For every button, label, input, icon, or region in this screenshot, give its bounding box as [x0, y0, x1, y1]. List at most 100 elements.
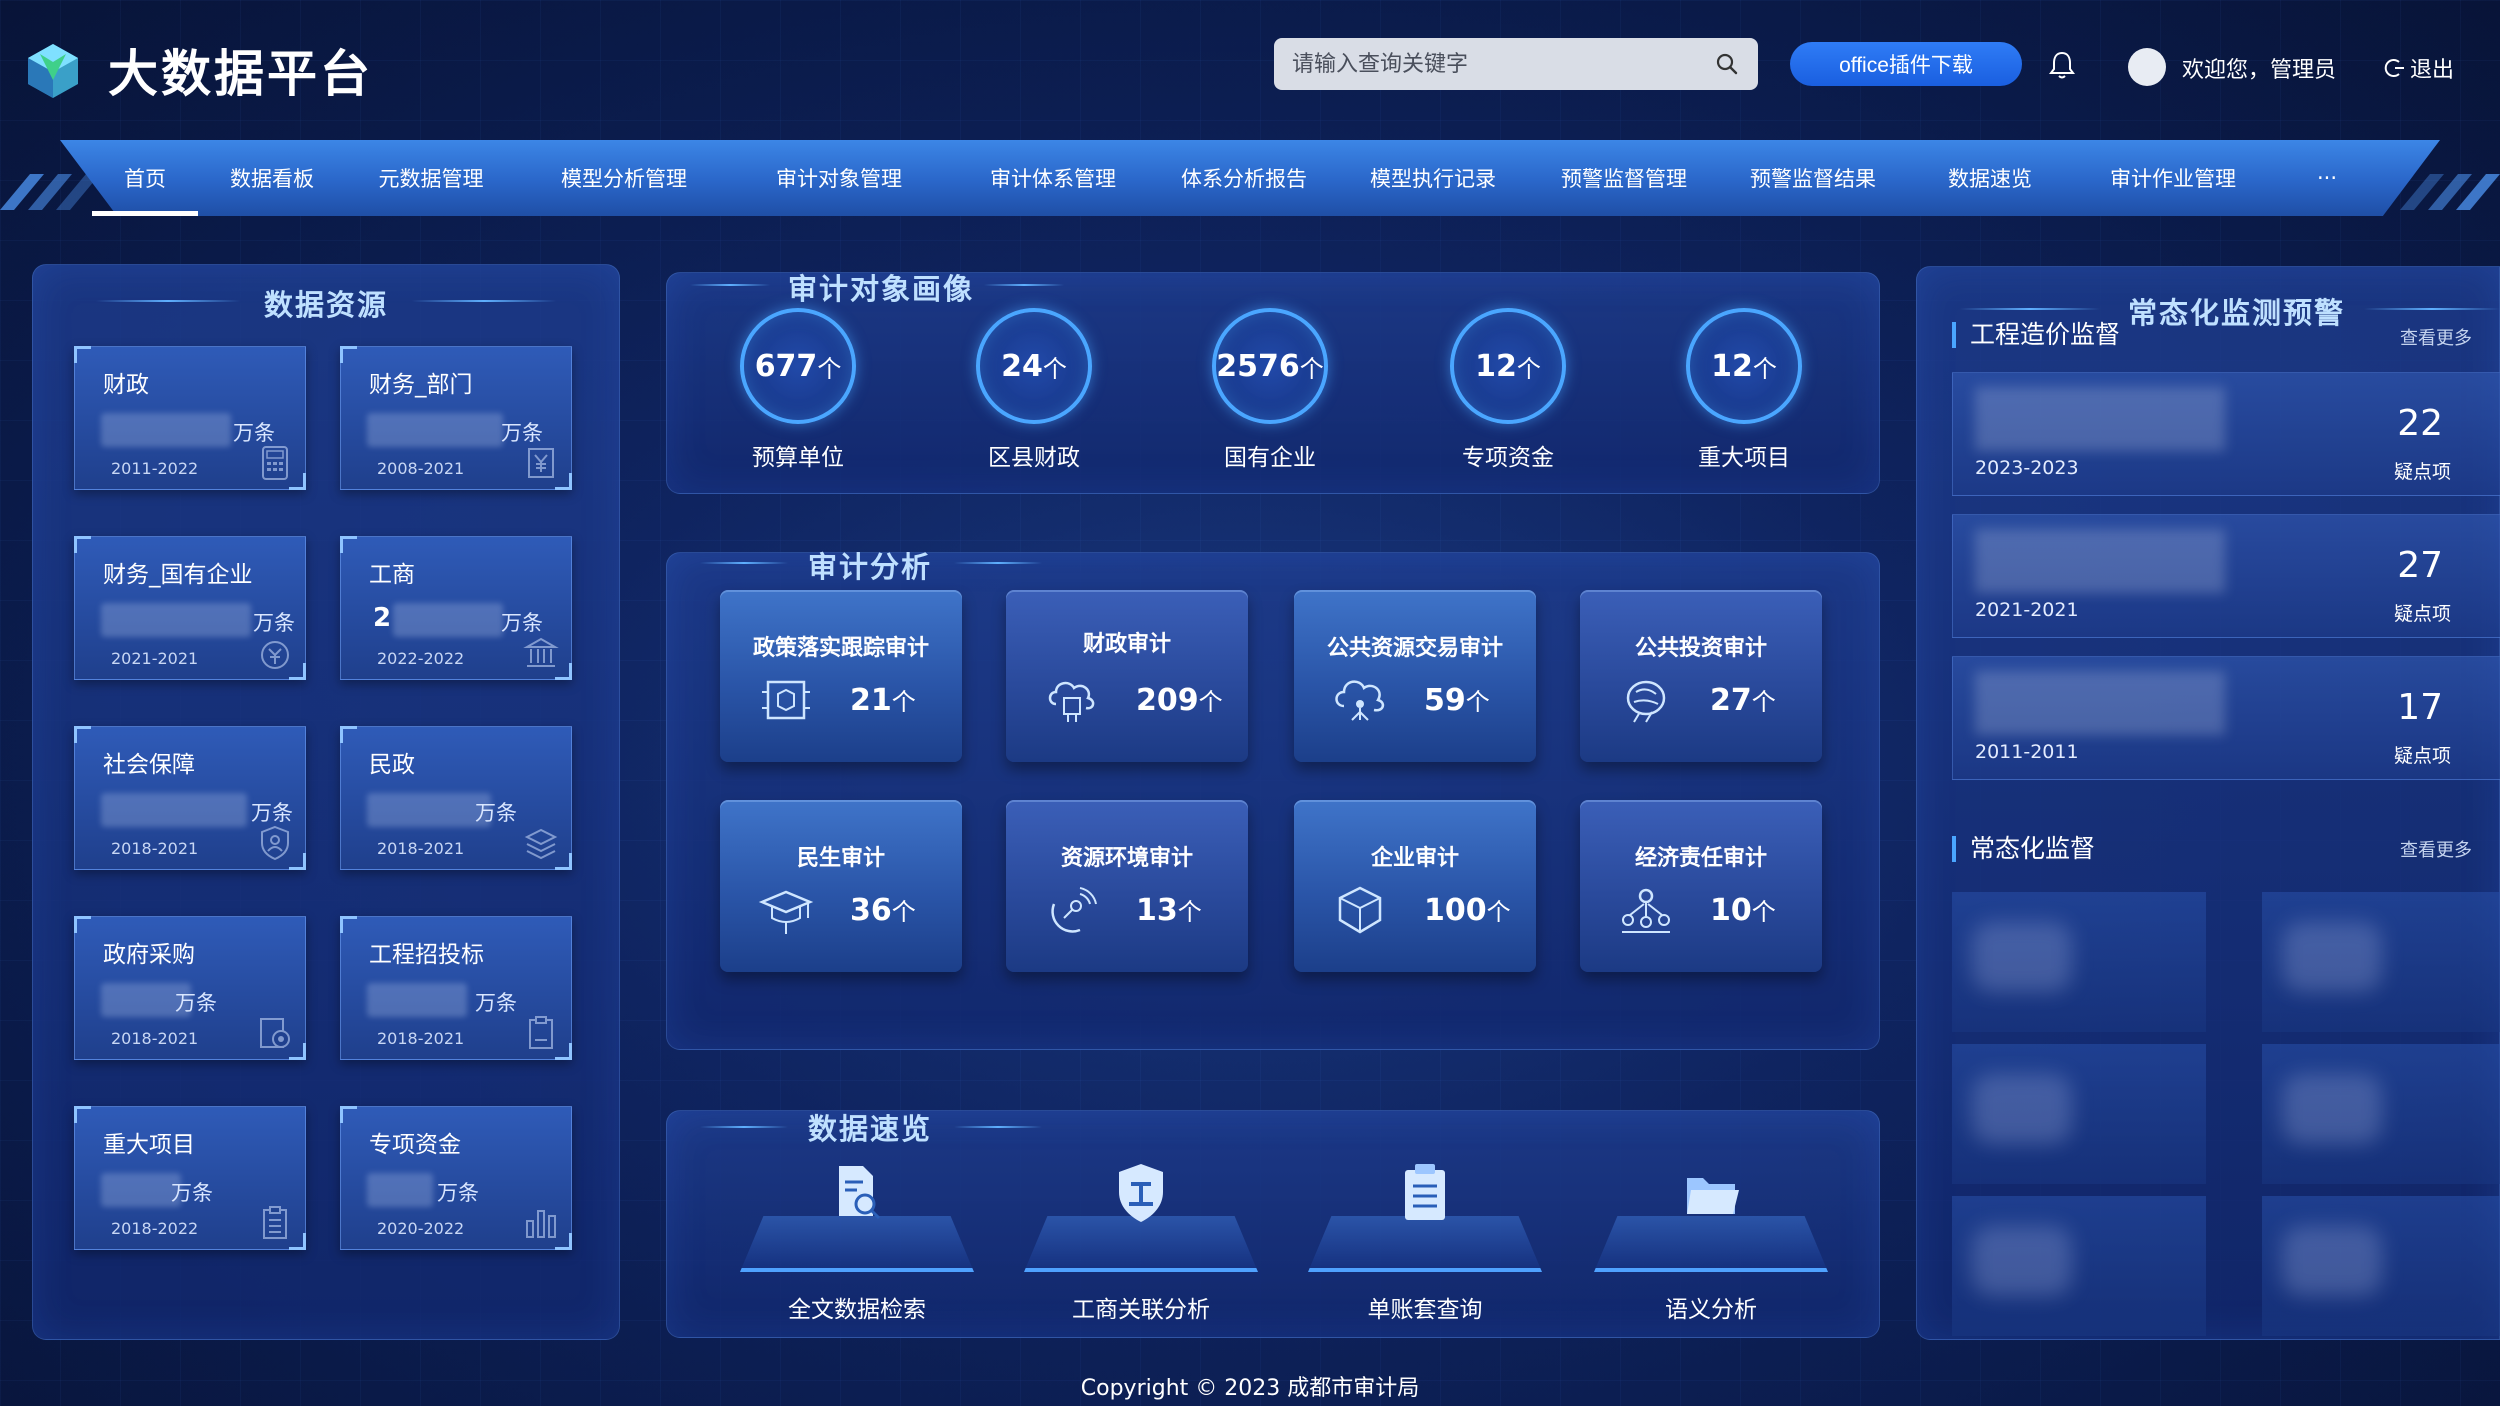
stat-unit: 个 — [1516, 354, 1541, 383]
count-value: 27 — [1710, 683, 1752, 718]
audit-card-enterprise[interactable]: 企业审计 100个 — [1294, 800, 1536, 972]
resource-years: 2018-2021 — [377, 839, 465, 858]
search-input[interactable] — [1292, 51, 1714, 77]
engineering-row-years: 2021-2021 — [1975, 599, 2079, 621]
resource-name: 财务_国有企业 — [103, 562, 253, 588]
nav-item-audit-work[interactable]: 审计作业管理 — [2064, 140, 2282, 216]
stat-label: 重大项目 — [1698, 445, 1790, 471]
count-value: 10 — [1710, 893, 1752, 928]
supervision-card[interactable] — [1952, 1196, 2206, 1336]
resource-card-engineering-bidding[interactable]: 工程招投标 万条 2018-2021 — [340, 916, 572, 1060]
nav-item-data-overview[interactable]: 数据速览 — [1916, 140, 2064, 216]
audit-card-economic-responsibility[interactable]: 经济责任审计 10个 — [1580, 800, 1822, 972]
nav-item-home[interactable]: 首页 — [92, 140, 198, 216]
resource-card-finance[interactable]: 财政 万条 2011-2022 — [74, 346, 306, 490]
engineering-row-count: 17 — [2397, 687, 2443, 728]
count-value: 36 — [850, 893, 892, 928]
nav-item-more[interactable]: ··· — [2282, 140, 2372, 216]
supervision-card[interactable] — [2262, 1044, 2500, 1184]
audit-card-public-investment[interactable]: 公共投资审计 27个 — [1580, 590, 1822, 762]
bars-icon — [526, 1210, 556, 1238]
monitoring-title: 常态化监测预警 — [2128, 296, 2346, 330]
resource-years: 2020-2022 — [377, 1219, 465, 1238]
nav-item-model-execution[interactable]: 模型执行记录 — [1328, 140, 1538, 216]
resource-card-major-projects[interactable]: 重大项目 万条 2018-2022 — [74, 1106, 306, 1250]
audit-object-major-projects[interactable]: 12 个 重大项目 — [1684, 308, 1804, 472]
resource-card-social-security[interactable]: 社会保障 万条 2018-2021 — [74, 726, 306, 870]
quick-item-semantic-analysis[interactable]: 语义分析 — [1594, 1160, 1828, 1323]
count-value: 13 — [1136, 893, 1178, 928]
resource-name: 工商 — [369, 562, 415, 588]
quick-item-business-association[interactable]: 工商关联分析 — [1024, 1160, 1258, 1323]
engineering-row-count: 22 — [2397, 403, 2443, 444]
audit-card-count: 100个 — [1424, 892, 1511, 928]
audit-object-soe[interactable]: 2576 个 国有企业 — [1210, 308, 1330, 472]
cloud-network-icon — [1335, 680, 1385, 721]
graduation-cap-icon — [758, 890, 814, 934]
quick-item-label: 语义分析 — [1665, 1297, 1757, 1323]
audit-object-special-funds[interactable]: 12 个 专项资金 — [1448, 308, 1568, 472]
title-line — [2364, 308, 2500, 310]
resource-card-civil-affairs[interactable]: 民政 万条 2018-2021 — [340, 726, 572, 870]
supervision-card[interactable] — [2262, 892, 2500, 1032]
count-unit: 个 — [891, 898, 916, 926]
engineering-row[interactable]: 2011-2011 17 疑点项 — [1952, 656, 2500, 780]
engineering-row[interactable]: 2023-2023 22 疑点项 — [1952, 372, 2500, 496]
audit-card-title: 政策落实跟踪审计 — [752, 636, 929, 661]
avatar[interactable] — [2128, 48, 2166, 86]
audit-object-district-finance[interactable]: 24 个 区县财政 — [974, 308, 1094, 472]
search-icon[interactable] — [1714, 51, 1740, 77]
audit-card-environment[interactable]: 资源环境审计 13个 — [1006, 800, 1248, 972]
resource-card-special-funds[interactable]: 专项资金 万条 2020-2022 — [340, 1106, 572, 1250]
logout-label: 退出 — [2410, 58, 2455, 83]
resource-name: 重大项目 — [103, 1132, 195, 1158]
resource-years: 2018-2022 — [111, 1219, 199, 1238]
network-people-icon — [1622, 888, 1670, 933]
nav-item-audit-object[interactable]: 审计对象管理 — [732, 140, 946, 216]
bell-icon[interactable] — [2048, 50, 2076, 80]
supervision-card[interactable] — [2262, 1196, 2500, 1336]
see-more-link[interactable]: 查看更多 — [2400, 836, 2472, 862]
resource-value-redacted — [101, 793, 247, 827]
logout-button[interactable]: 退出 — [2384, 52, 2454, 84]
nav-item-model-analysis[interactable]: 模型分析管理 — [516, 140, 732, 216]
search-box[interactable] — [1274, 38, 1758, 90]
count-value: 209 — [1136, 683, 1199, 718]
quick-data-title: 数据速览 — [808, 1112, 933, 1146]
resource-name: 民政 — [369, 752, 415, 778]
quick-item-fulltext-search[interactable]: 全文数据检索 — [740, 1160, 974, 1323]
nav-item-dashboard[interactable]: 数据看板 — [198, 140, 346, 216]
data-resources-title: 数据资源 — [264, 288, 389, 322]
audit-analysis-title: 审计分析 — [808, 550, 933, 584]
resource-card-government-procurement[interactable]: 政府采购 万条 2018-2021 — [74, 916, 306, 1060]
resource-card-business[interactable]: 工商 2 万条 2022-2022 — [340, 536, 572, 680]
resource-card-finance-department[interactable]: 财务_部门 万条 2008-2021 — [340, 346, 572, 490]
audit-card-public-resource[interactable]: 公共资源交易审计 59个 — [1294, 590, 1536, 762]
supervision-card[interactable] — [1952, 1044, 2206, 1184]
resource-value-redacted — [393, 603, 503, 637]
audit-card-livelihood[interactable]: 民生审计 36个 — [720, 800, 962, 972]
nav-item-audit-system[interactable]: 审计体系管理 — [946, 140, 1160, 216]
resource-years: 2018-2021 — [377, 1029, 465, 1048]
title-line — [954, 1126, 1042, 1128]
engineering-row-count: 27 — [2397, 545, 2443, 586]
audit-card-count: 27个 — [1710, 682, 1776, 718]
nav-item-warning-management[interactable]: 预警监督管理 — [1538, 140, 1710, 216]
nav-item-warning-results[interactable]: 预警监督结果 — [1710, 140, 1916, 216]
audit-object-budget-units[interactable]: 677 个 预算单位 — [738, 308, 858, 472]
audit-card-finance[interactable]: 财政审计 209个 — [1006, 590, 1248, 762]
circle-stat: 12 个 — [1450, 308, 1566, 424]
title-line — [700, 562, 788, 564]
audit-card-policy-tracking[interactable]: 政策落实跟踪审计 21个 — [720, 590, 962, 762]
resource-years: 2008-2021 — [377, 459, 465, 478]
see-more-link[interactable]: 查看更多 — [2400, 324, 2472, 350]
count-value: 59 — [1424, 683, 1466, 718]
resource-card-finance-soe[interactable]: 财务_国有企业 万条 2021-2021 — [74, 536, 306, 680]
engineering-row[interactable]: 2021-2021 27 疑点项 — [1952, 514, 2500, 638]
quick-item-single-ledger-query[interactable]: 单账套查询 — [1308, 1160, 1542, 1323]
office-plugin-download-button[interactable]: office插件下载 — [1790, 42, 2022, 86]
clipboard-icon — [1405, 1164, 1445, 1220]
supervision-card[interactable] — [1952, 892, 2206, 1032]
nav-item-metadata[interactable]: 元数据管理 — [346, 140, 516, 216]
nav-item-system-report[interactable]: 体系分析报告 — [1160, 140, 1328, 216]
